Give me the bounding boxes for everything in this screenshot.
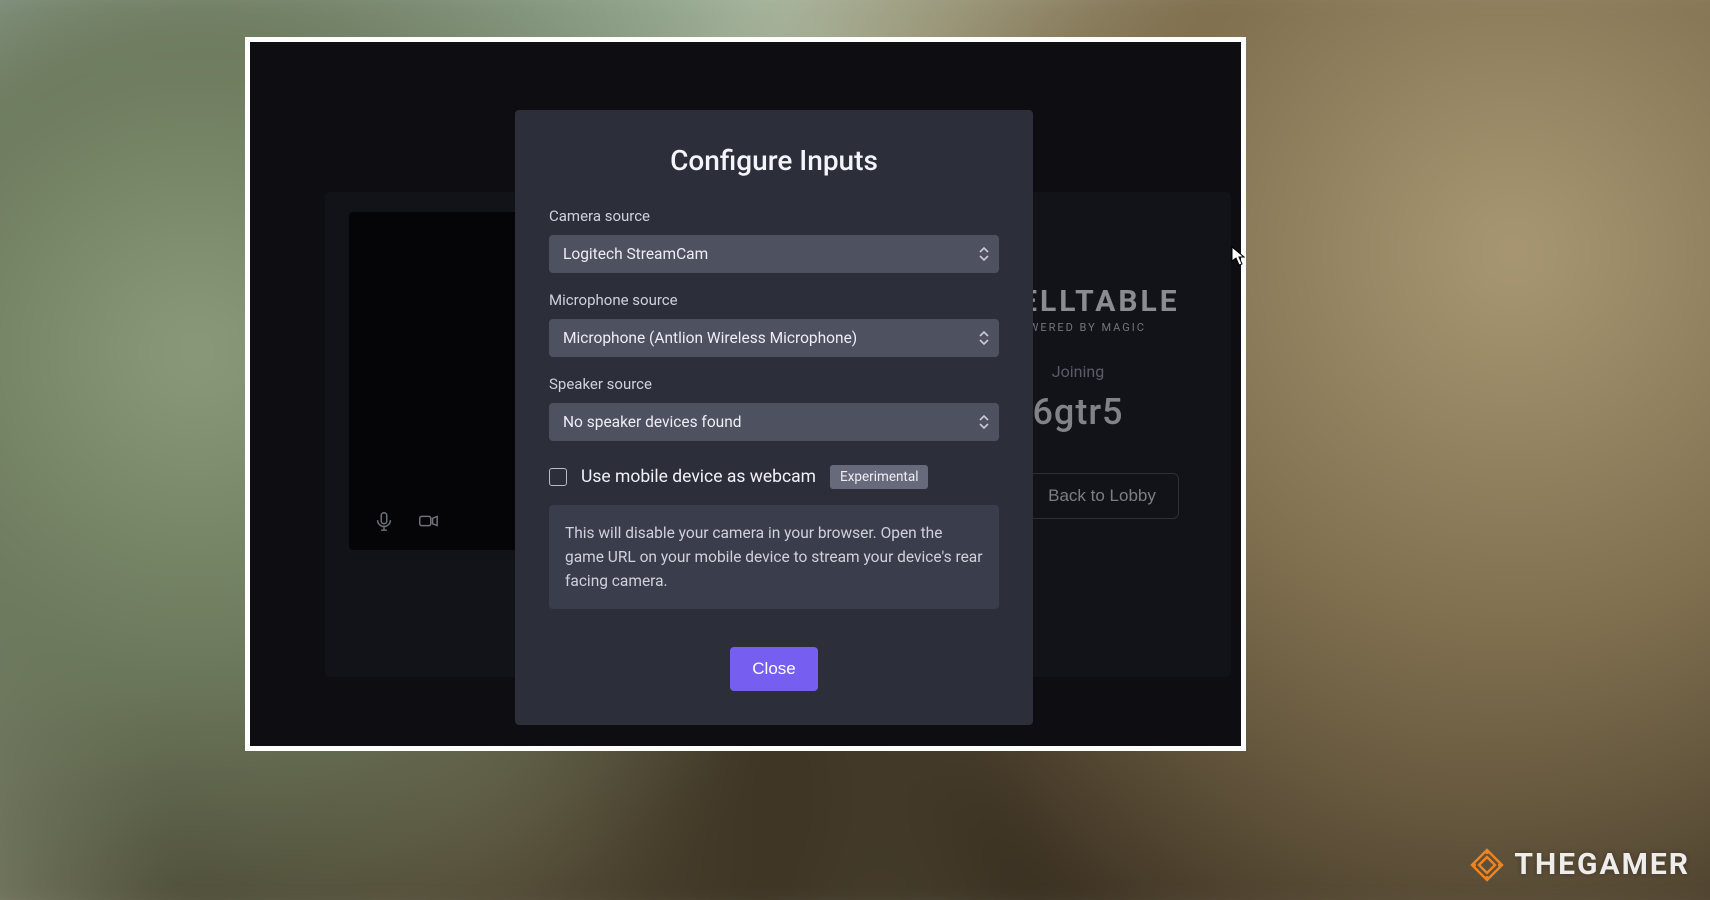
speaker-source-value: No speaker devices found <box>563 413 742 431</box>
modal-title: Configure Inputs <box>549 144 999 177</box>
select-arrows-icon <box>979 415 989 429</box>
modal-overlay: Configure Inputs Camera source Logitech … <box>250 42 1241 746</box>
camera-source-select[interactable]: Logitech StreamCam <box>549 235 999 273</box>
experimental-badge: Experimental <box>830 465 928 489</box>
select-arrows-icon <box>979 331 989 345</box>
watermark-logo-icon <box>1470 848 1504 882</box>
mobile-webcam-label: Use mobile device as webcam <box>581 467 816 487</box>
microphone-source-select[interactable]: Microphone (Antlion Wireless Microphone) <box>549 319 999 357</box>
cursor-icon <box>1231 246 1245 266</box>
close-button[interactable]: Close <box>730 647 817 691</box>
mobile-webcam-note: This will disable your camera in your br… <box>549 505 999 609</box>
watermark-text: THEGAMER <box>1514 847 1690 882</box>
camera-field: Camera source Logitech StreamCam <box>549 207 999 273</box>
camera-source-label: Camera source <box>549 207 999 225</box>
microphone-source-value: Microphone (Antlion Wireless Microphone) <box>563 329 857 347</box>
camera-source-value: Logitech StreamCam <box>563 245 708 263</box>
app-window: If your video stays black tr are s SPELL… <box>245 37 1246 751</box>
speaker-source-select[interactable]: No speaker devices found <box>549 403 999 441</box>
watermark: THEGAMER <box>1470 847 1690 882</box>
configure-inputs-modal: Configure Inputs Camera source Logitech … <box>515 110 1033 725</box>
mobile-webcam-row: Use mobile device as webcam Experimental <box>549 465 999 489</box>
speaker-source-label: Speaker source <box>549 375 999 393</box>
microphone-source-label: Microphone source <box>549 291 999 309</box>
microphone-field: Microphone source Microphone (Antlion Wi… <box>549 291 999 357</box>
select-arrows-icon <box>979 247 989 261</box>
mobile-webcam-checkbox[interactable] <box>549 468 567 486</box>
speaker-field: Speaker source No speaker devices found <box>549 375 999 441</box>
